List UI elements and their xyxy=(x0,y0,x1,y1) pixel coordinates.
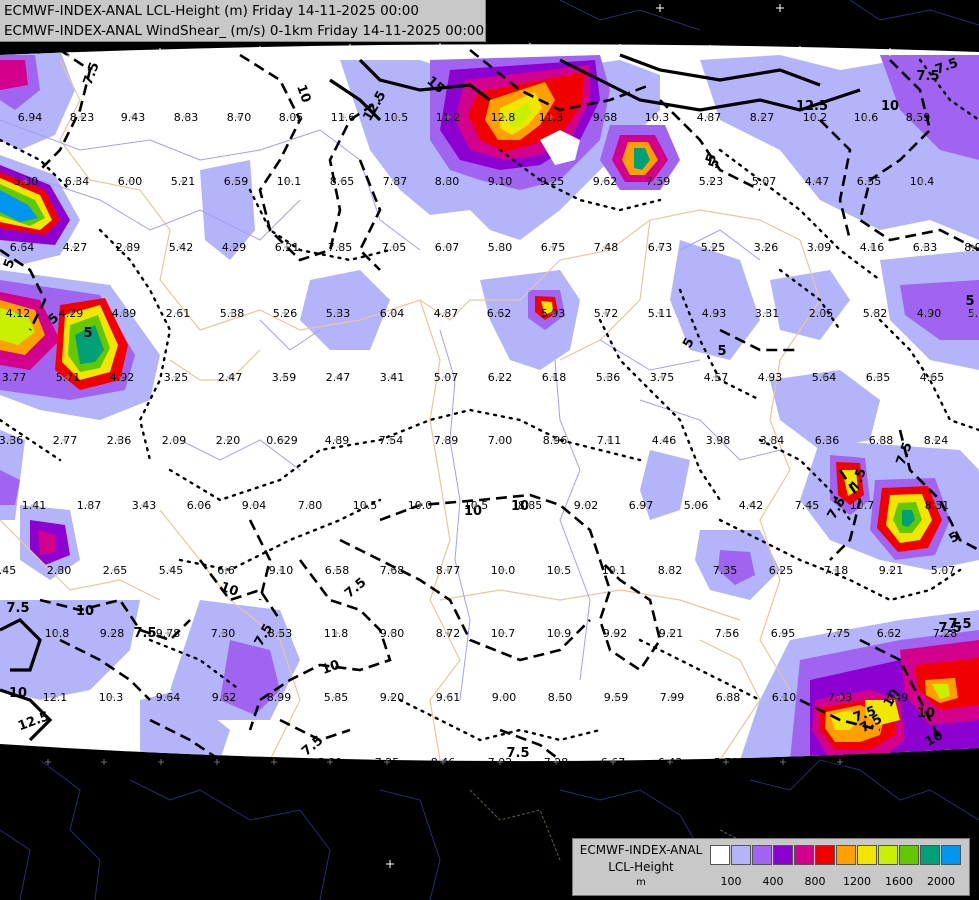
legend-ticks: 100 400 800 1200 1600 2000 xyxy=(710,875,970,891)
legend-swatch xyxy=(899,845,919,865)
color-legend: ECMWF-INDEX-ANAL LCL-Height m 100 400 800 1… xyxy=(572,838,970,896)
point-value-label: 3.36 xyxy=(0,434,23,447)
legend-tick-label: 2000 xyxy=(927,875,955,888)
legend-swatch xyxy=(731,845,751,865)
legend-tick-label: 100 xyxy=(720,875,742,888)
point-value-label: 8.45 xyxy=(0,564,16,577)
map-title-lcl: ECMWF-INDEX-ANAL LCL-Height (m) Friday 1… xyxy=(4,3,419,19)
legend-swatches xyxy=(710,845,962,865)
contour-label: 7.5 xyxy=(916,69,939,84)
legend-swatch xyxy=(773,845,793,865)
contour-label: 7.5 xyxy=(6,601,29,616)
legend-tick-label: 1600 xyxy=(885,875,913,888)
contour-label: 5 xyxy=(83,326,92,341)
weather-map: 7.510 12.51557.51012.510107.57.51010107.5… xyxy=(0,0,979,900)
contour-label: 10 xyxy=(9,686,27,701)
legend-tick-label: 800 xyxy=(804,875,826,888)
legend-swatch xyxy=(815,845,835,865)
map-title-box: ECMWF-INDEX-ANAL LCL-Height (m) Friday 1… xyxy=(0,0,486,42)
contour-label: 10 xyxy=(917,706,935,721)
contour-label: 10 xyxy=(881,99,899,114)
legend-swatch xyxy=(878,845,898,865)
legend-source: ECMWF-INDEX-ANAL xyxy=(579,843,703,857)
legend-tick-label: 1200 xyxy=(843,875,871,888)
legend-swatch xyxy=(836,845,856,865)
point-value-label: 8.9 xyxy=(964,241,979,254)
map-title-windshear: ECMWF-INDEX-ANAL WindShear_ (m/s) 0-1km … xyxy=(4,23,485,39)
legend-unit: m xyxy=(636,877,646,888)
legend-tick-label: 400 xyxy=(762,875,784,888)
legend-swatch xyxy=(857,845,877,865)
legend-swatch xyxy=(710,845,730,865)
contour-label: 7.5 xyxy=(133,626,156,641)
contour-label: 10 xyxy=(76,604,94,619)
legend-swatch xyxy=(920,845,940,865)
legend-swatch xyxy=(794,845,814,865)
contour-label: 5 xyxy=(717,344,726,359)
legend-variable: LCL-Height xyxy=(608,860,674,874)
legend-swatch xyxy=(752,845,772,865)
legend-swatch xyxy=(941,845,961,865)
